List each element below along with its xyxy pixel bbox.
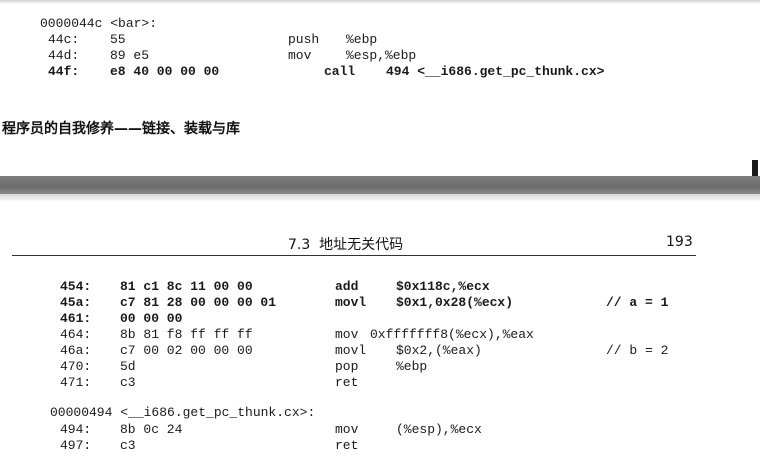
code-bytes: c7 81 28 00 00 00 01 [120,295,277,310]
code-mnemonic: pop [335,359,359,374]
code-mnemonic: add [335,279,359,294]
code-addr: 471: [60,375,92,390]
code-comment: // a = 1 [606,295,669,310]
code-operands: $0x118c,%ecx [396,279,490,294]
book-title-footer: 程序员的自我修养——链接、装载与库 [2,121,240,137]
code-mnemonic: ret [335,375,359,390]
code-mnemonic: mov [335,422,359,437]
code-mnemonic: mov [335,327,359,342]
code-operands: $0x1,0x28(%ecx) [396,295,514,310]
code-addr: 454: [60,279,92,294]
code-mnemonic: call [324,64,356,79]
code-operands: %ebp [346,32,378,47]
code-addr: 44d: [48,48,80,63]
code-bytes: 89 e5 [110,48,150,63]
section-header: 7.3 地址无关代码 [288,237,404,253]
page-separator-shadow [0,194,760,202]
code-bytes: c3 [120,375,136,390]
code-addr: 44c: [48,32,80,47]
function-label-bar: 0000044c <bar>: [40,16,158,31]
code-bytes: c3 [120,438,136,453]
code-addr: 494: [60,422,92,437]
function-label-thunk: 00000494 <__i686.get_pc_thunk.cx>: [50,405,316,420]
code-bytes: 5d [120,359,136,374]
code-bytes: 55 [110,32,126,47]
code-operands: 494 <__i686.get_pc_thunk.cx> [386,64,605,79]
code-addr: 461: [60,311,92,326]
code-mnemonic: mov [288,48,312,63]
code-operands: 0xfffffff8(%ecx),%eax [370,327,534,342]
code-bytes: c7 00 02 00 00 00 [120,343,253,358]
code-bytes: 8b 81 f8 ff ff ff [120,327,253,342]
code-mnemonic: push [288,32,320,47]
code-addr: 470: [60,359,92,374]
code-operands: %ebp [396,359,428,374]
code-bytes: e8 40 00 00 00 [110,64,220,79]
code-mnemonic: movl [335,343,367,358]
code-addr: 44f: [48,64,80,79]
code-operands: %esp,%ebp [346,48,417,63]
code-addr: 497: [60,438,92,453]
code-mnemonic: ret [335,438,359,453]
code-mnemonic: movl [335,295,367,310]
code-comment: // b = 2 [606,343,669,358]
page-separator [0,176,760,194]
code-operands: $0x2,(%eax) [396,343,482,358]
previous-page-edge [0,0,760,4]
code-bytes: 81 c1 8c 11 00 00 [120,279,253,294]
header-rule [12,255,696,256]
code-addr: 45a: [60,295,92,310]
code-addr: 46a: [60,343,92,358]
page-number: 193 [666,234,693,250]
code-addr: 464: [60,327,92,342]
code-bytes: 8b 0c 24 [120,422,183,437]
code-bytes: 00 00 00 [120,311,183,326]
code-operands: (%esp),%ecx [396,422,482,437]
